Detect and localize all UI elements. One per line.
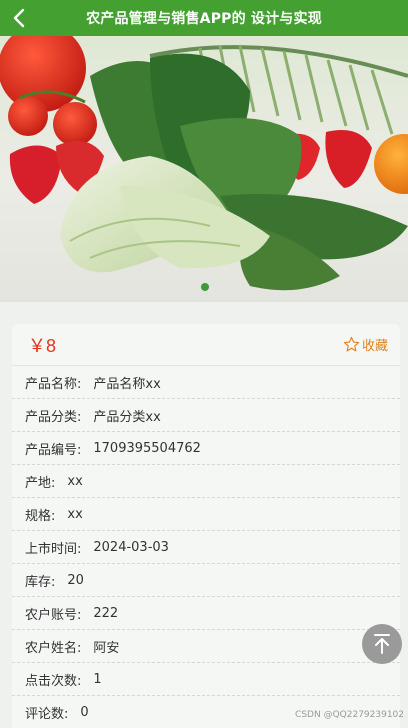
arrow-up-to-top-icon xyxy=(374,634,390,654)
detail-row-release-date: 上市时间: 2024-03-03 xyxy=(12,531,400,564)
detail-label: 农户账号: xyxy=(25,607,82,623)
app-header: 农产品管理与销售APP的 设计与实现 xyxy=(0,0,408,36)
back-button[interactable] xyxy=(6,4,32,32)
product-detail-card: ￥8 收藏 产品名称: 产品名称xx 产品分类: 产品分类xx 产品编号: 17093… xyxy=(12,324,400,728)
detail-value: 产品分类xx xyxy=(93,409,161,425)
chevron-left-icon xyxy=(13,8,25,28)
detail-row-farmer-account: 农户账号: 222 xyxy=(12,597,400,630)
detail-row-farmer-name: 农户姓名: 阿安 xyxy=(12,630,400,663)
detail-value: 2024-03-03 xyxy=(93,539,169,555)
detail-value: 222 xyxy=(93,605,119,621)
detail-value: 阿安 xyxy=(93,640,120,656)
detail-value: xx xyxy=(67,506,83,522)
favorite-button[interactable]: 收藏 xyxy=(343,335,388,354)
star-outline-icon xyxy=(343,336,360,352)
detail-row-name: 产品名称: 产品名称xx xyxy=(12,366,400,399)
watermark: CSDN @QQ2279239102 xyxy=(295,710,404,720)
detail-label: 产地: xyxy=(25,475,56,491)
carousel-indicator[interactable] xyxy=(201,283,209,291)
price-row: ￥8 收藏 xyxy=(12,324,400,366)
page-title: 农产品管理与销售APP的 设计与实现 xyxy=(86,11,322,27)
detail-label: 产品分类: xyxy=(25,409,82,425)
detail-value: 1 xyxy=(93,671,102,687)
detail-label: 上市时间: xyxy=(25,541,82,557)
detail-value: xx xyxy=(67,473,83,489)
detail-label: 规格: xyxy=(25,508,56,524)
detail-row-code: 产品编号: 1709395504762 xyxy=(12,432,400,465)
detail-value: 产品名称xx xyxy=(93,376,161,392)
detail-value: 0 xyxy=(80,704,89,720)
detail-label: 农户姓名: xyxy=(25,640,82,656)
price: ￥8 xyxy=(28,335,57,356)
detail-row-stock: 库存: 20 xyxy=(12,564,400,597)
detail-value: 1709395504762 xyxy=(93,440,201,456)
detail-row-category: 产品分类: 产品分类xx xyxy=(12,399,400,432)
detail-row-clicks: 点击次数: 1 xyxy=(12,663,400,696)
detail-label: 评论数: xyxy=(25,706,69,722)
favorite-label: 收藏 xyxy=(361,339,388,354)
product-banner-image[interactable] xyxy=(0,36,408,302)
detail-list: 产品名称: 产品名称xx 产品分类: 产品分类xx 产品编号: 17093955047… xyxy=(12,366,400,728)
detail-row-spec: 规格: xx xyxy=(12,498,400,531)
detail-label: 点击次数: xyxy=(25,673,82,689)
detail-value: 20 xyxy=(67,572,84,588)
bok-choy-photo xyxy=(0,36,408,302)
back-to-top-button[interactable] xyxy=(362,624,402,664)
detail-row-origin: 产地: xx xyxy=(12,465,400,498)
detail-label: 产品编号: xyxy=(25,442,82,458)
detail-label: 产品名称: xyxy=(25,376,82,392)
detail-label: 库存: xyxy=(25,574,56,590)
